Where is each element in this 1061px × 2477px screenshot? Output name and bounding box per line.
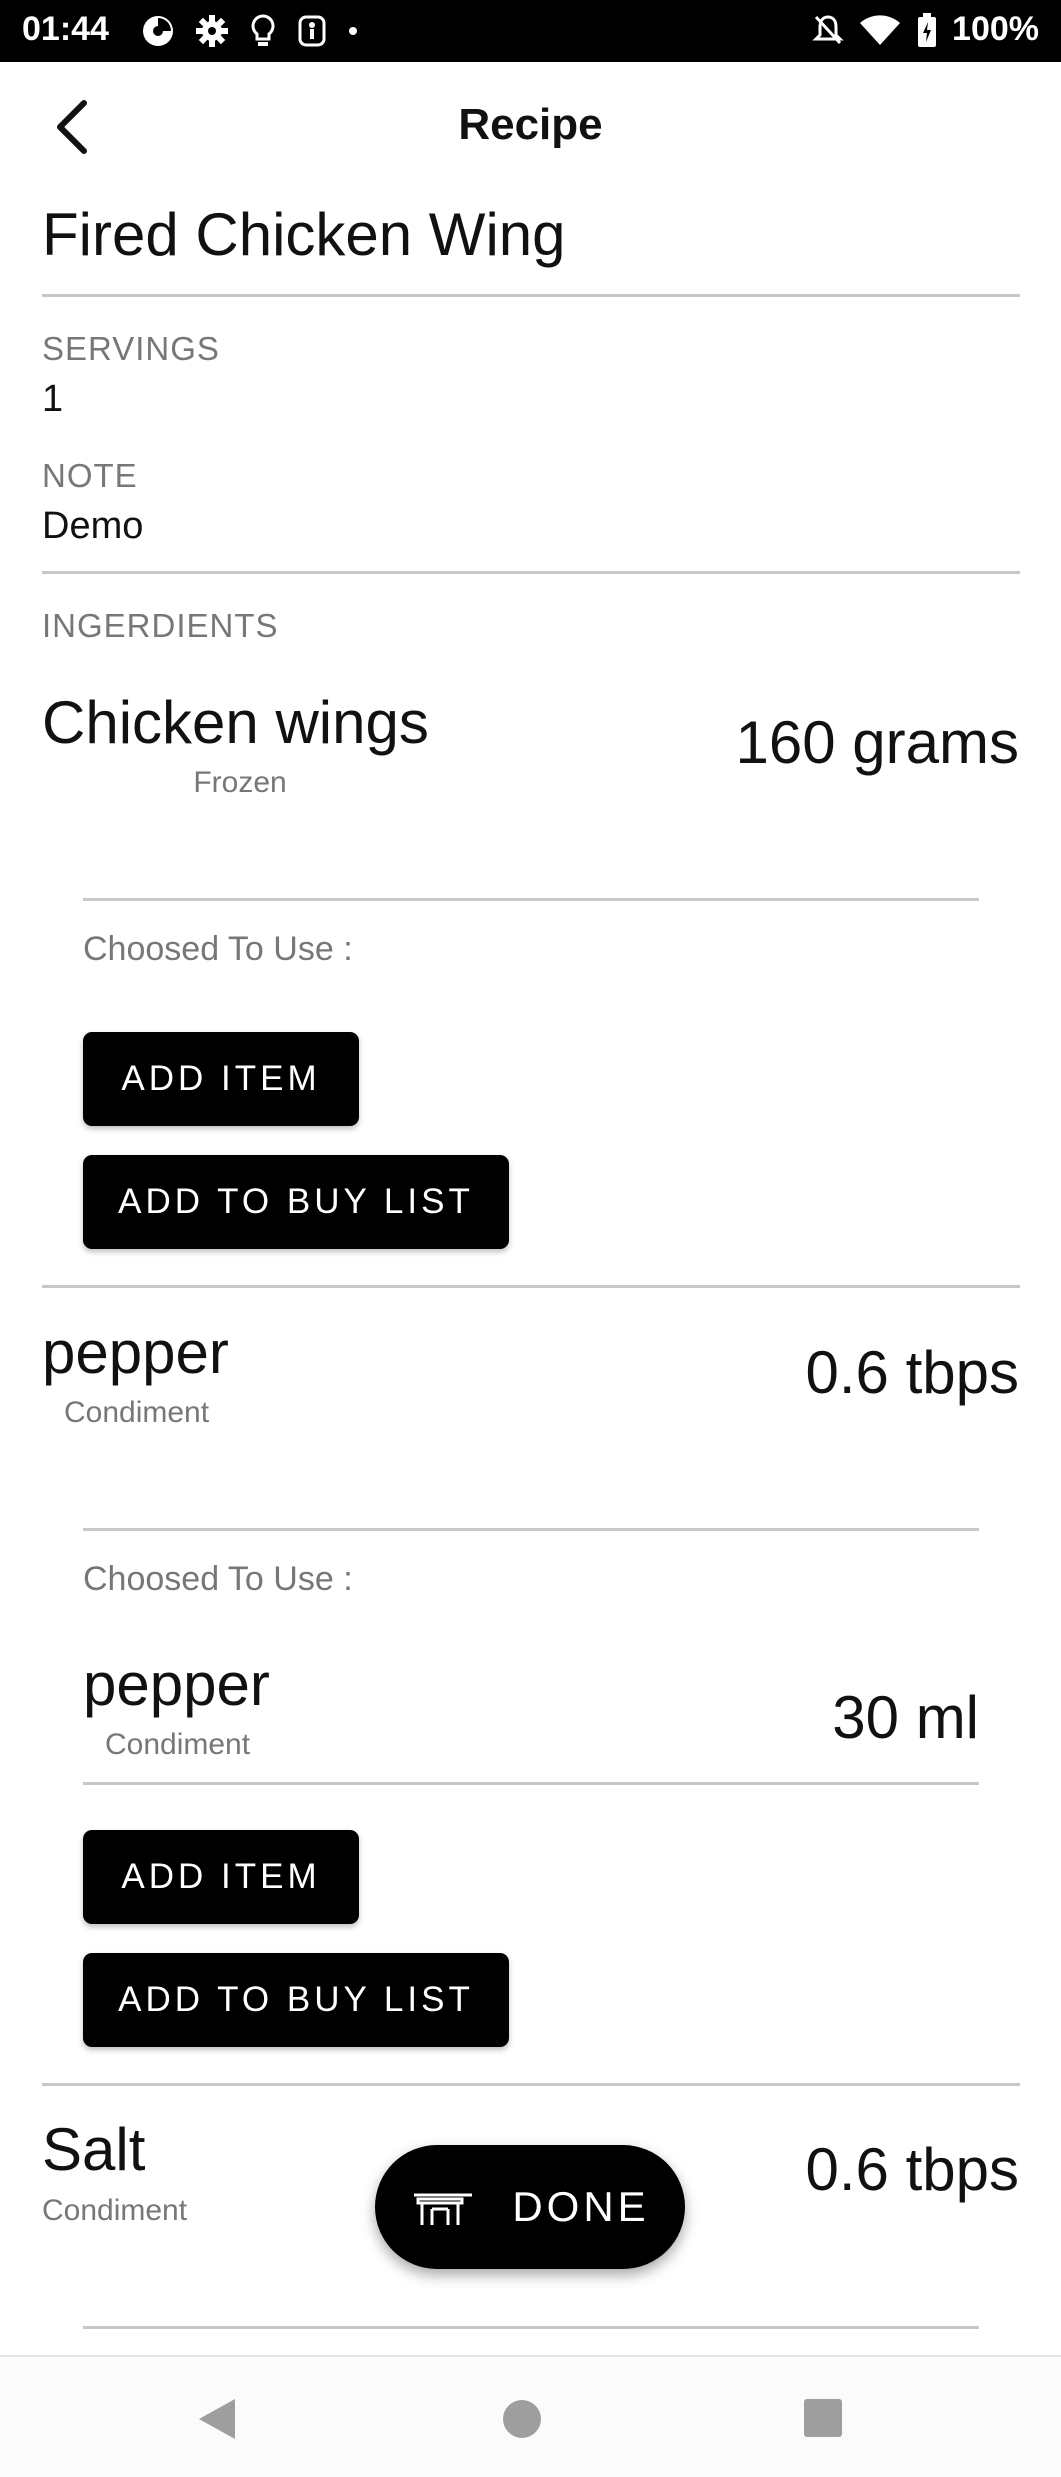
ingredient-category: Frozen [193, 766, 287, 799]
status-bar: 01:44 100% [0, 0, 1061, 62]
add-item-button[interactable]: ADD ITEM [83, 1830, 359, 1924]
dot-icon [349, 27, 357, 35]
chosen-item-quantity: 30 ml [832, 1684, 979, 1751]
ingredient-name: pepper [42, 1319, 229, 1386]
chosen-to-use-label: Choosed To Use : [83, 1560, 353, 1598]
note-value: Demo [42, 505, 144, 547]
chosen-item-name: pepper [83, 1651, 270, 1718]
add-to-buy-list-button[interactable]: ADD TO BUY LIST [83, 1155, 509, 1249]
divider [42, 571, 1020, 574]
servings-value: 1 [42, 378, 64, 420]
status-icons-left [140, 13, 360, 49]
nav-home-icon[interactable] [502, 2399, 542, 2439]
status-time: 01:44 [22, 10, 109, 48]
data-saver-icon [143, 16, 173, 46]
cooking-pot-icon [414, 2193, 473, 2225]
note-label: NOTE [42, 457, 138, 494]
nav-recents-icon[interactable] [804, 2399, 842, 2437]
accessibility-icon [298, 15, 326, 47]
ingredient-category: Condiment [64, 1396, 210, 1429]
battery-percent: 100% [952, 10, 1039, 48]
ingredient-category: Condiment [42, 2194, 188, 2227]
nav-back-icon[interactable] [195, 2397, 239, 2441]
divider [42, 1285, 1020, 1288]
servings-label: SERVINGS [42, 330, 220, 367]
system-nav-bar [0, 2355, 1061, 2477]
settings-icon [196, 15, 228, 47]
add-item-button[interactable]: ADD ITEM [83, 1032, 359, 1126]
chosen-to-use-label: Choosed To Use : [83, 930, 353, 968]
page-title: Recipe [458, 100, 603, 149]
divider [83, 1528, 979, 1531]
battery-icon [918, 12, 937, 47]
divider [83, 1782, 979, 1785]
divider [42, 2083, 1020, 2086]
add-to-buy-list-button[interactable]: ADD TO BUY LIST [83, 1953, 509, 2047]
divider [83, 898, 979, 901]
status-icons-right: 100% [812, 10, 1039, 49]
wifi-icon [860, 14, 901, 45]
done-label: DONE [512, 2183, 650, 2230]
ingredient-name: Chicken wings [42, 689, 429, 756]
recipe-name: Fired Chicken Wing [42, 201, 566, 268]
ingredient-quantity: 0.6 tbps [805, 2136, 1020, 2203]
chosen-item-category: Condiment [105, 1728, 251, 1761]
divider [83, 2326, 979, 2329]
ingredient-name: Salt [42, 2116, 146, 2183]
divider [42, 294, 1020, 297]
ingredient-quantity: 0.6 tbps [805, 1339, 1020, 1406]
notifications-off-icon [812, 14, 844, 44]
ingredient-quantity: 160 grams [735, 709, 1019, 776]
done-button[interactable]: DONE [375, 2145, 685, 2269]
bulb-icon [251, 14, 275, 46]
ingredients-label: INGERDIENTS [42, 607, 279, 644]
